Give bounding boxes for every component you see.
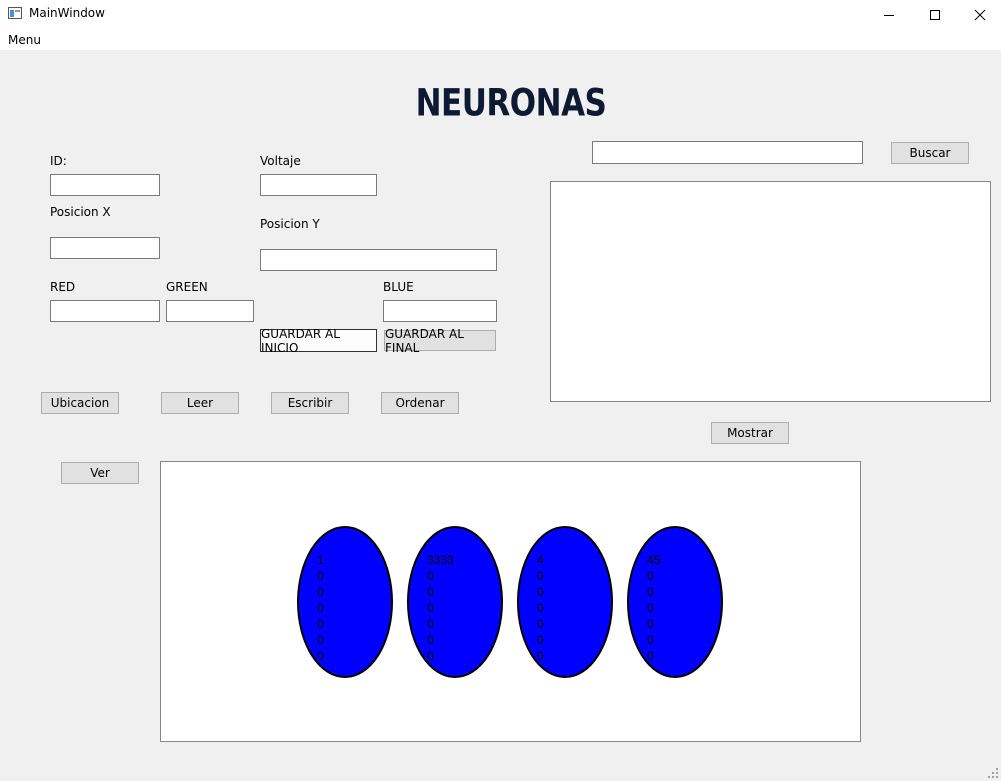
neuron-value: 0: [427, 633, 434, 647]
leer-button[interactable]: Leer: [161, 392, 239, 414]
window-title: MainWindow: [29, 6, 105, 20]
guardar-inicio-button[interactable]: GUARDAR AL INICIO: [260, 327, 377, 355]
output-text-area[interactable]: [550, 181, 991, 402]
neuron-item: 3333 0 0 0 0 0 0: [407, 526, 503, 678]
neuron-value: 0: [647, 617, 654, 631]
ordenar-button[interactable]: Ordenar: [381, 392, 459, 414]
search-input[interactable]: [592, 141, 863, 164]
close-icon: [974, 9, 986, 20]
neuron-ellipse: [627, 526, 723, 678]
neuron-value: 0: [647, 633, 654, 647]
neuron-value: 0: [647, 649, 654, 663]
neuron-item: 4 0 0 0 0 0 0: [517, 526, 613, 678]
escribir-button[interactable]: Escribir: [271, 392, 349, 414]
neuron-value: 0: [537, 601, 544, 615]
maximize-icon: [930, 9, 940, 20]
posicion-y-label: Posicion Y: [260, 217, 320, 231]
ver-button[interactable]: Ver: [61, 462, 139, 484]
neuron-value: 0: [317, 569, 324, 583]
neuron-scene: 1 0 0 0 0 0 0 3333 0 0 0 0 0 0 4 0 0 0 0 0 0 45 0 0 0 0 0 0: [297, 526, 723, 678]
neuron-value: 0: [647, 585, 654, 599]
maximize-button[interactable]: [912, 0, 958, 29]
green-label: GREEN: [166, 280, 208, 294]
resize-grip-icon[interactable]: [987, 767, 999, 779]
close-button[interactable]: [957, 0, 1001, 29]
minimize-icon: [884, 14, 894, 16]
neuron-value: 0: [317, 633, 324, 647]
neuron-ellipse: [297, 526, 393, 678]
neuron-value: 0: [427, 601, 434, 615]
neuron-value: 0: [317, 649, 324, 663]
neuron-value: 4: [537, 553, 544, 567]
neuron-value: 0: [537, 649, 544, 663]
neuron-value: 3333: [427, 553, 454, 567]
blue-field[interactable]: [383, 300, 497, 322]
posicion-x-label: Posicion X: [50, 205, 111, 219]
neuron-value: 0: [537, 633, 544, 647]
neuron-value: 0: [537, 617, 544, 631]
neuron-value: 0: [317, 585, 324, 599]
app-icon: [8, 7, 22, 19]
neuron-value: 0: [427, 617, 434, 631]
neuron-item: 45 0 0 0 0 0 0: [627, 526, 723, 678]
neuron-value: 0: [317, 617, 324, 631]
menu-item[interactable]: Menu: [8, 33, 41, 47]
title-bar: MainWindow: [0, 0, 1001, 29]
neuron-value: 45: [647, 553, 661, 567]
neuron-value: 0: [537, 585, 544, 599]
graphics-view[interactable]: 1 0 0 0 0 0 0 3333 0 0 0 0 0 0 4 0 0 0 0 0 0 45 0 0 0 0 0 0: [160, 461, 861, 742]
neuron-value: 0: [647, 569, 654, 583]
minimize-button[interactable]: [866, 0, 912, 29]
neuron-value: 0: [427, 569, 434, 583]
posicion-x-field[interactable]: [50, 237, 160, 259]
buscar-button[interactable]: Buscar: [891, 142, 969, 164]
guardar-final-button[interactable]: GUARDAR AL FINAL: [384, 327, 496, 355]
red-label: RED: [50, 280, 76, 294]
neuron-value: 0: [647, 601, 654, 615]
neuron-ellipse: [407, 526, 503, 678]
voltaje-field[interactable]: [260, 174, 377, 196]
posicion-y-field[interactable]: [260, 249, 497, 271]
mostrar-button[interactable]: Mostrar: [711, 422, 789, 444]
neuron-value: 1: [317, 553, 324, 567]
green-field[interactable]: [166, 300, 254, 322]
neuron-value: 0: [427, 649, 434, 663]
neuron-value: 0: [537, 569, 544, 583]
ubicacion-button[interactable]: Ubicacion: [41, 392, 119, 414]
neuron-ellipse: [517, 526, 613, 678]
id-field[interactable]: [50, 174, 160, 196]
red-field[interactable]: [50, 300, 160, 322]
blue-label: BLUE: [383, 280, 414, 294]
menu-bar: Menu: [0, 29, 1001, 50]
neuron-value: 0: [427, 585, 434, 599]
id-label: ID:: [50, 154, 67, 168]
page-title: NEURONAS: [415, 82, 607, 126]
voltaje-label: Voltaje: [260, 154, 301, 168]
neuron-value: 0: [317, 601, 324, 615]
neuron-item: 1 0 0 0 0 0 0: [297, 526, 393, 678]
